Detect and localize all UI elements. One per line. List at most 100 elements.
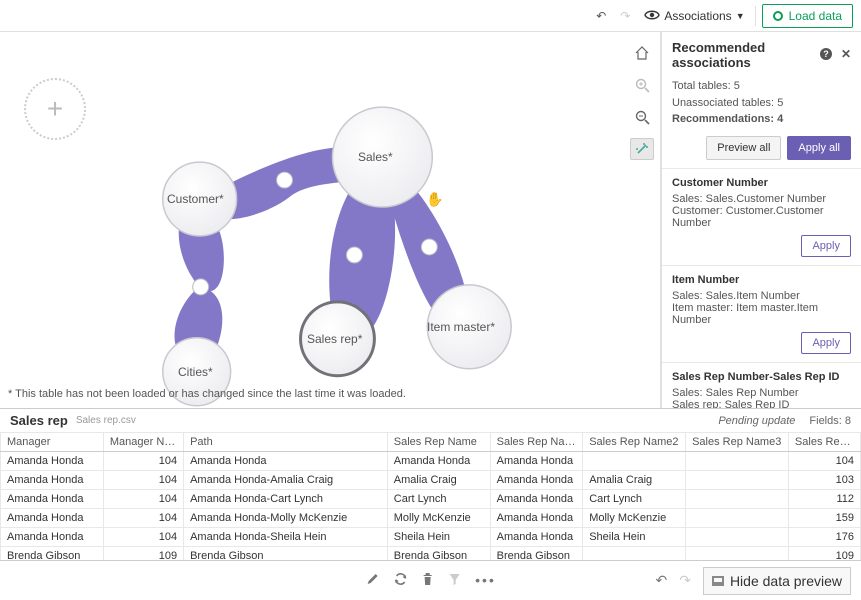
- table-cell: Amanda Honda: [490, 509, 583, 528]
- recommendations-panel: Recommended associations ? ✕ Total table…: [661, 32, 861, 408]
- table-header[interactable]: Path: [184, 433, 388, 452]
- table-cell: [686, 452, 789, 471]
- table-row[interactable]: Brenda Gibson109Brenda GibsonBrenda Gibs…: [1, 547, 861, 561]
- table-cell: 112: [788, 490, 860, 509]
- filter-icon[interactable]: [447, 572, 461, 589]
- home-icon[interactable]: [630, 42, 654, 64]
- canvas-notice: * This table has not been loaded or has …: [8, 388, 406, 400]
- association-canvas[interactable]: +: [0, 32, 624, 408]
- table-header[interactable]: Sales Rep ID: [788, 433, 860, 452]
- association-canvas-wrap: +: [0, 32, 661, 408]
- table-cell: [686, 547, 789, 561]
- node-itemmaster[interactable]: Item master*: [427, 320, 495, 334]
- node-sales[interactable]: Sales*: [358, 150, 393, 164]
- table-cell: Molly McKenzie: [583, 509, 686, 528]
- recommendation-card[interactable]: Sales Rep Number-Sales Rep ID Sales: Sal…: [662, 363, 861, 409]
- table-cell: Amanda Honda: [1, 490, 104, 509]
- recommendation-list[interactable]: Customer Number Sales: Sales.Customer Nu…: [662, 168, 861, 409]
- table-row[interactable]: Amanda Honda104Amanda Honda-Amalia Craig…: [1, 471, 861, 490]
- table-header[interactable]: Sales Rep Name2: [583, 433, 686, 452]
- table-cell: Amanda Honda: [387, 452, 490, 471]
- load-data-button[interactable]: Load data: [762, 4, 853, 28]
- preview-panel-icon: [712, 576, 724, 586]
- card-title: Item Number: [672, 274, 851, 286]
- preview-all-button[interactable]: Preview all: [706, 136, 781, 160]
- zoom-out-icon[interactable]: [630, 106, 654, 128]
- table-row[interactable]: Amanda Honda104Amanda HondaAmanda HondaA…: [1, 452, 861, 471]
- refresh-icon[interactable]: [393, 572, 407, 589]
- table-cell: 109: [103, 547, 183, 561]
- table-cell: 104: [788, 452, 860, 471]
- preview-table-name: Sales rep: [10, 413, 68, 428]
- table-cell: Sheila Hein: [583, 528, 686, 547]
- recommendation-card[interactable]: Customer Number Sales: Sales.Customer Nu…: [662, 169, 861, 266]
- canvas-side-tools: [624, 32, 660, 408]
- help-icon[interactable]: ?: [819, 47, 833, 64]
- hide-preview-label: Hide data preview: [730, 573, 842, 589]
- table-cell: Amalia Craig: [583, 471, 686, 490]
- table-cell: 103: [788, 471, 860, 490]
- table-header[interactable]: Sales Rep Name: [387, 433, 490, 452]
- table-cell: Amanda Honda: [490, 490, 583, 509]
- fields-value: 8: [845, 415, 851, 427]
- table-row[interactable]: Amanda Honda104Amanda Honda-Molly McKenz…: [1, 509, 861, 528]
- table-cell: 176: [788, 528, 860, 547]
- table-cell: Brenda Gibson: [184, 547, 388, 561]
- table-header[interactable]: Manager: [1, 433, 104, 452]
- table-cell: Amanda Honda: [1, 471, 104, 490]
- data-preview: Sales rep Sales rep.csv Pending update F…: [0, 408, 861, 560]
- table-cell: 104: [103, 509, 183, 528]
- table-header[interactable]: Sales Rep Name3: [686, 433, 789, 452]
- table-cell: [686, 509, 789, 528]
- zoom-in-icon[interactable]: [630, 74, 654, 96]
- table-cell: Cart Lynch: [583, 490, 686, 509]
- table-cell: Amanda Honda: [490, 528, 583, 547]
- card-title: Customer Number: [672, 177, 851, 189]
- more-icon[interactable]: •••: [475, 572, 496, 589]
- table-cell: Amalia Craig: [387, 471, 490, 490]
- node-customer[interactable]: Customer*: [167, 192, 224, 206]
- apply-button[interactable]: Apply: [801, 235, 851, 257]
- table-cell: 104: [103, 452, 183, 471]
- table-cell: Amanda Honda-Cart Lynch: [184, 490, 388, 509]
- load-ring-icon: [773, 11, 783, 21]
- table-cell: [583, 547, 686, 561]
- table-header[interactable]: Manager Nu...: [103, 433, 183, 452]
- redo-icon[interactable]: ↷: [616, 7, 634, 25]
- undo-icon[interactable]: ↶: [592, 7, 610, 25]
- table-row[interactable]: Amanda Honda104Amanda Honda-Cart LynchCa…: [1, 490, 861, 509]
- apply-button[interactable]: Apply: [801, 332, 851, 354]
- load-data-label: Load data: [789, 9, 842, 23]
- table-header[interactable]: Sales Rep Name1: [490, 433, 583, 452]
- recs-label: Recommendations:: [672, 113, 774, 125]
- node-salesrep[interactable]: Sales rep*: [307, 332, 362, 346]
- associations-dropdown[interactable]: Associations ▼: [640, 8, 748, 24]
- table-row[interactable]: Amanda Honda104Amanda Honda-Sheila HeinS…: [1, 528, 861, 547]
- delete-icon[interactable]: [421, 572, 433, 589]
- table-cell: Amanda Honda: [490, 452, 583, 471]
- close-icon[interactable]: ✕: [841, 47, 851, 64]
- node-cities[interactable]: Cities*: [178, 365, 213, 379]
- card-line: Sales: Sales.Item Number: [672, 290, 851, 302]
- card-line: Customer: Customer.Customer Number: [672, 205, 851, 229]
- edit-icon[interactable]: [365, 572, 379, 589]
- card-line: Sales rep: Sales Rep ID: [672, 399, 851, 409]
- table-cell: Molly McKenzie: [387, 509, 490, 528]
- footer-redo-icon[interactable]: ↷: [679, 572, 691, 589]
- table-cell: [583, 452, 686, 471]
- recommendation-card[interactable]: Item Number Sales: Sales.Item Number Ite…: [662, 266, 861, 363]
- card-line: Sales: Sales Rep Number: [672, 387, 851, 399]
- apply-all-button[interactable]: Apply all: [787, 136, 851, 160]
- panel-title: Recommended associations: [672, 40, 819, 70]
- hide-preview-button[interactable]: Hide data preview: [703, 567, 851, 595]
- table-cell: Amanda Honda: [1, 528, 104, 547]
- table-cell: Amanda Honda: [1, 509, 104, 528]
- magic-wand-icon[interactable]: [630, 138, 654, 160]
- card-line: Item master: Item master.Item Number: [672, 302, 851, 326]
- associations-label: Associations: [664, 9, 731, 23]
- table-cell: [686, 490, 789, 509]
- table-cell: Cart Lynch: [387, 490, 490, 509]
- table-cell: 104: [103, 528, 183, 547]
- panel-stats: Total tables: 5 Unassociated tables: 5 R…: [662, 78, 861, 136]
- footer-undo-icon[interactable]: ↶: [655, 572, 667, 589]
